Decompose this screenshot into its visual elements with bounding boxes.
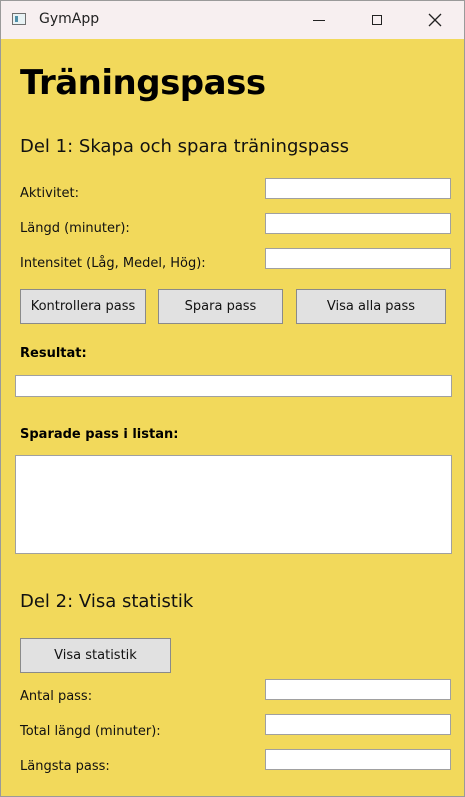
- close-button[interactable]: [406, 1, 464, 39]
- save-workout-button[interactable]: Spara pass: [158, 289, 283, 324]
- maximize-button[interactable]: [348, 1, 406, 39]
- longest-workout-label: Längsta pass:: [20, 759, 110, 774]
- show-statistics-button[interactable]: Visa statistik: [20, 638, 171, 673]
- app-icon: [12, 13, 26, 25]
- longest-workout-output[interactable]: [265, 749, 451, 770]
- minimize-icon: [313, 19, 325, 21]
- result-label: Resultat:: [20, 346, 87, 361]
- show-all-workouts-button[interactable]: Visa alla pass: [296, 289, 446, 324]
- result-field[interactable]: [15, 375, 452, 397]
- duration-input[interactable]: [265, 213, 451, 234]
- total-duration-label: Total längd (minuter):: [20, 724, 161, 739]
- section-heading-part1: Del 1: Skapa och spara träningspass: [20, 136, 349, 157]
- count-output[interactable]: [265, 679, 451, 700]
- activity-input[interactable]: [265, 178, 451, 199]
- close-icon: [428, 13, 442, 27]
- total-duration-output[interactable]: [265, 714, 451, 735]
- page-title: Träningspass: [20, 63, 266, 103]
- intensity-label: Intensitet (Låg, Medel, Hög):: [20, 256, 206, 271]
- window-title: GymApp: [39, 11, 100, 27]
- duration-label: Längd (minuter):: [20, 221, 130, 236]
- title-bar[interactable]: GymApp: [1, 1, 464, 39]
- saved-list-label: Sparade pass i listan:: [20, 427, 179, 442]
- activity-label: Aktivitet:: [20, 186, 80, 201]
- check-workout-button[interactable]: Kontrollera pass: [20, 289, 146, 324]
- maximize-icon: [372, 15, 382, 25]
- count-label: Antal pass:: [20, 689, 93, 704]
- section-heading-part2: Del 2: Visa statistik: [20, 591, 194, 612]
- saved-workouts-list[interactable]: [15, 455, 452, 554]
- app-window: GymApp Träningspass Del 1: Skapa och spa…: [0, 0, 465, 797]
- intensity-input[interactable]: [265, 248, 451, 269]
- minimize-button[interactable]: [290, 1, 348, 39]
